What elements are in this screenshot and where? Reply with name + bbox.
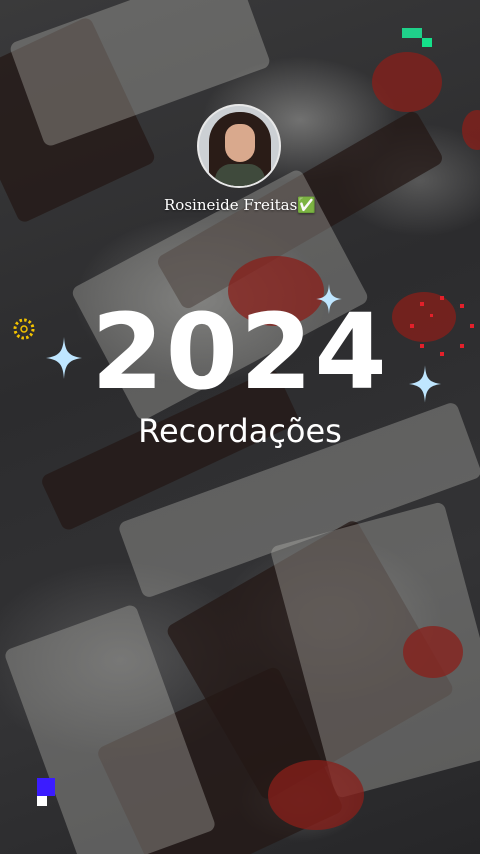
sparkle-icon	[409, 365, 441, 403]
pixel-block-icon	[37, 778, 55, 796]
pixel-block-icon	[37, 796, 47, 806]
story-subtitle: Recordações	[138, 412, 342, 450]
pixel-block-icon	[422, 38, 432, 47]
profile-name: Rosineide Freitas✅	[164, 196, 316, 214]
dotted-circle-icon	[410, 296, 474, 356]
sparkle-icon	[46, 337, 82, 379]
sparkle-icon	[316, 284, 342, 314]
avatar[interactable]	[197, 104, 281, 188]
dotted-ring-icon	[13, 318, 35, 340]
avatar-body	[215, 164, 265, 186]
pixel-block-icon	[402, 28, 422, 38]
avatar-face	[225, 124, 255, 162]
story-screen[interactable]: Rosineide Freitas✅ 2024 Recordações	[0, 0, 480, 854]
